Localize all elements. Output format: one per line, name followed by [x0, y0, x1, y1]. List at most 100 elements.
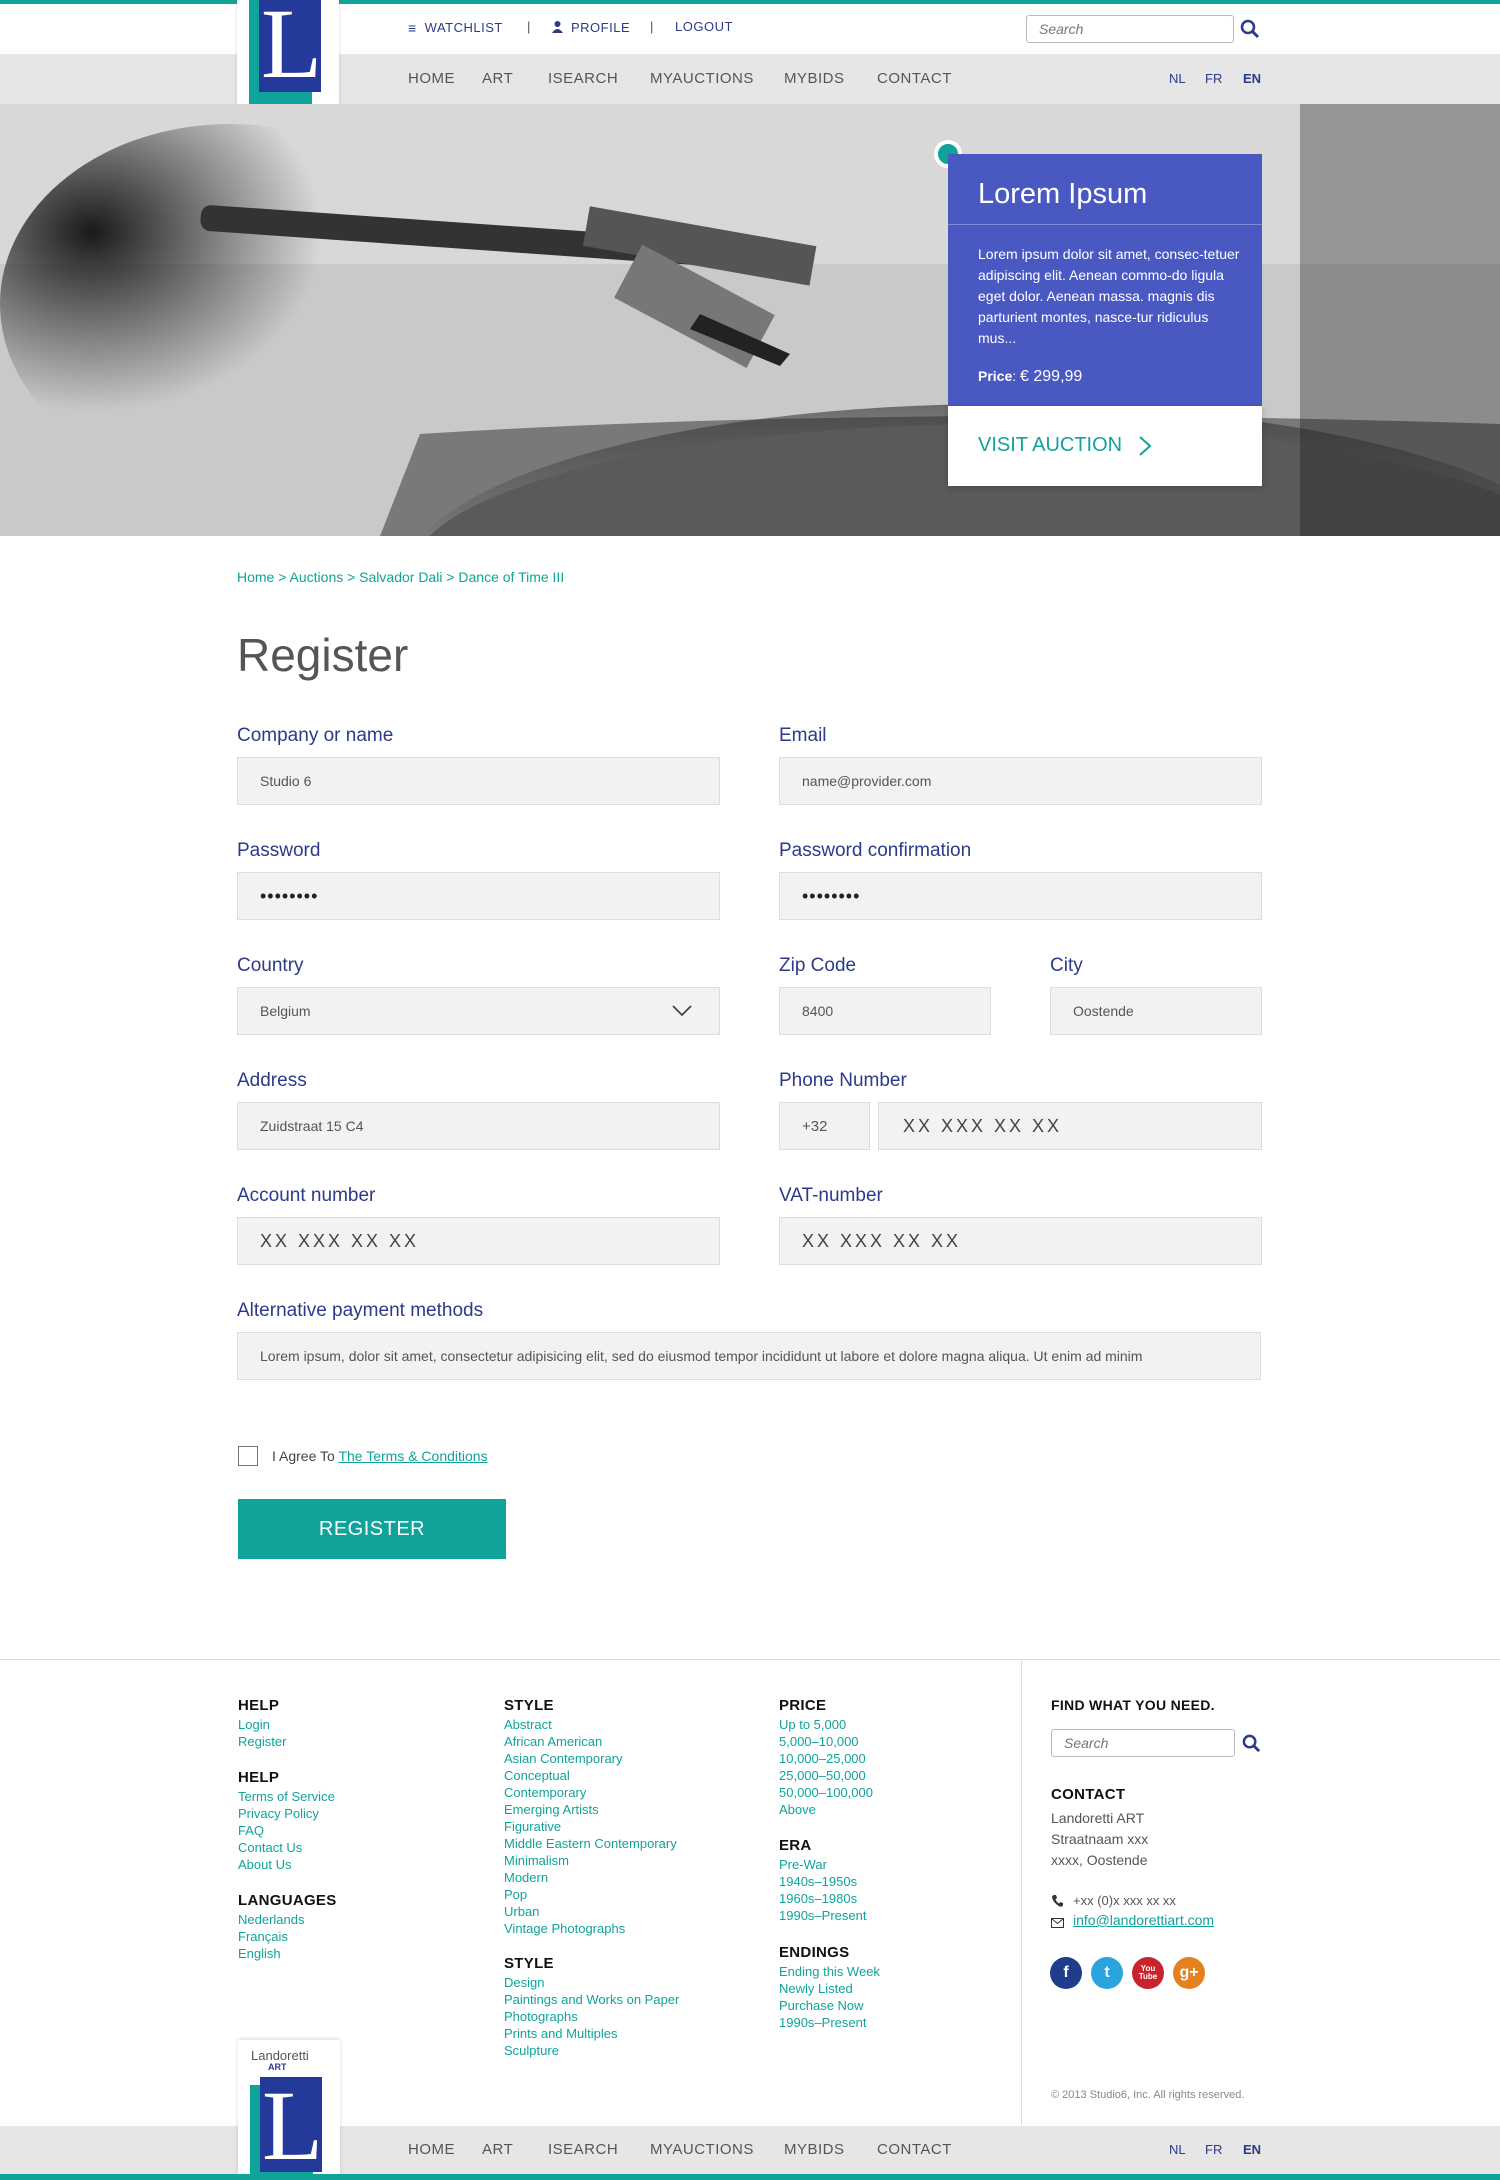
- footer-link[interactable]: Urban: [504, 1903, 539, 1920]
- contact-heading: CONTACT: [1051, 1786, 1126, 1803]
- footer-link[interactable]: Sculpture: [504, 2042, 559, 2059]
- search-icon[interactable]: [1240, 19, 1260, 44]
- zip-input[interactable]: 8400: [779, 987, 991, 1035]
- promo-title: Lorem Ipsum: [978, 178, 1148, 210]
- agree-text: I Agree To The Terms & Conditions: [272, 1448, 488, 1464]
- footer-link[interactable]: Design: [504, 1974, 544, 1991]
- footer-link[interactable]: Prints and Multiples: [504, 2025, 617, 2042]
- footer-link[interactable]: Abstract: [504, 1716, 552, 1733]
- footer-link[interactable]: English: [238, 1945, 281, 1962]
- footer-link[interactable]: 1990s–Present: [779, 2014, 866, 2031]
- footer-link[interactable]: 1940s–1950s: [779, 1873, 857, 1890]
- footer-link[interactable]: Above: [779, 1801, 816, 1818]
- twitter-icon[interactable]: t: [1091, 1957, 1123, 1989]
- footer-heading: PRICE: [779, 1697, 827, 1714]
- mail-icon: [1051, 1915, 1064, 1933]
- footer-link[interactable]: Middle Eastern Contemporary: [504, 1835, 677, 1852]
- footer-link[interactable]: Modern: [504, 1869, 548, 1886]
- footer-link[interactable]: Ending this Week: [779, 1963, 880, 1980]
- footer-link[interactable]: Minimalism: [504, 1852, 569, 1869]
- footer-vertical-divider: [1021, 1659, 1022, 2125]
- footer-link[interactable]: About Us: [238, 1856, 291, 1873]
- footer-link[interactable]: Privacy Policy: [238, 1805, 319, 1822]
- footer-link[interactable]: FAQ: [238, 1822, 264, 1839]
- footer-link[interactable]: Terms of Service: [238, 1788, 335, 1805]
- footer-link[interactable]: 5,000–10,000: [779, 1733, 859, 1750]
- footer-link[interactable]: 50,000–100,000: [779, 1784, 873, 1801]
- facebook-icon[interactable]: f: [1050, 1957, 1082, 1989]
- footer-link[interactable]: Pre-War: [779, 1856, 827, 1873]
- company-input[interactable]: Studio 6: [237, 757, 720, 805]
- footer-link[interactable]: Asian Contemporary: [504, 1750, 623, 1767]
- footer-link[interactable]: 10,000–25,000: [779, 1750, 866, 1767]
- contact-line: xxxx, Oostende: [1051, 1852, 1148, 1868]
- country-select[interactable]: Belgium: [237, 987, 720, 1035]
- footer-link[interactable]: Contemporary: [504, 1784, 586, 1801]
- footer-link[interactable]: Français: [238, 1928, 288, 1945]
- phone-prefix-input[interactable]: +32: [779, 1102, 870, 1150]
- footer-heading: STYLE: [504, 1697, 554, 1714]
- lang-nl[interactable]: NL: [1169, 71, 1186, 86]
- register-button[interactable]: REGISTER: [238, 1499, 506, 1559]
- watchlist-link[interactable]: ≡ WATCHLIST: [408, 19, 503, 36]
- footer-divider: [0, 1659, 1500, 1660]
- vat-input[interactable]: XX XXX XX XX: [779, 1217, 1262, 1265]
- visit-auction-button[interactable]: VISIT AUCTION: [948, 406, 1262, 486]
- header-search-input[interactable]: [1026, 15, 1234, 43]
- alt-payment-input[interactable]: Lorem ipsum, dolor sit amet, consectetur…: [237, 1332, 1261, 1380]
- youtube-icon[interactable]: You Tube: [1132, 1957, 1164, 1989]
- agree-checkbox[interactable]: [238, 1446, 258, 1466]
- footer-link[interactable]: Nederlands: [238, 1911, 305, 1928]
- promo-card: Lorem Ipsum Lorem ipsum dolor sit amet, …: [948, 154, 1262, 406]
- footer-link[interactable]: Purchase Now: [779, 1997, 864, 2014]
- googleplus-icon[interactable]: g+: [1173, 1957, 1205, 1989]
- lang-en[interactable]: EN: [1243, 2142, 1261, 2157]
- lang-fr[interactable]: FR: [1205, 71, 1222, 86]
- password-input[interactable]: ••••••••: [237, 872, 720, 920]
- footer-link[interactable]: Photographs: [504, 2008, 578, 2025]
- footer-link-register[interactable]: Register: [238, 1733, 286, 1750]
- footer-link[interactable]: African American: [504, 1733, 602, 1750]
- phone-input[interactable]: XX XXX XX XX: [878, 1102, 1262, 1150]
- account-input[interactable]: XX XXX XX XX: [237, 1217, 720, 1265]
- footer-heading: LANGUAGES: [238, 1892, 337, 1909]
- price-value: € 299,99: [1020, 368, 1083, 385]
- lang-fr[interactable]: FR: [1205, 2142, 1222, 2157]
- breadcrumb[interactable]: Home > Auctions > Salvador Dali > Dance …: [237, 569, 564, 585]
- footer-language-switcher: NL FR EN: [0, 2142, 1300, 2162]
- contact-email-link[interactable]: info@landorettiart.com: [1073, 1912, 1214, 1928]
- menu-icon: ≡: [408, 19, 417, 36]
- footer-link[interactable]: 1990s–Present: [779, 1907, 866, 1924]
- footer-link[interactable]: Paintings and Works on Paper: [504, 1991, 679, 2008]
- footer-link[interactable]: Figurative: [504, 1818, 561, 1835]
- profile-link[interactable]: PROFILE: [551, 19, 630, 36]
- footer-link[interactable]: Conceptual: [504, 1767, 570, 1784]
- password-confirm-label: Password confirmation: [779, 840, 972, 861]
- footer-search-input[interactable]: [1051, 1729, 1235, 1757]
- util-separator: |: [650, 19, 654, 34]
- lang-nl[interactable]: NL: [1169, 2142, 1186, 2157]
- logout-link[interactable]: LOGOUT: [675, 19, 733, 34]
- chevron-down-icon: [672, 1004, 692, 1020]
- footer-link[interactable]: 25,000–50,000: [779, 1767, 866, 1784]
- footer-link[interactable]: Contact Us: [238, 1839, 302, 1856]
- city-input[interactable]: Oostende: [1050, 987, 1262, 1035]
- footer-link-login[interactable]: Login: [238, 1716, 270, 1733]
- footer-link[interactable]: Up to 5,000: [779, 1716, 846, 1733]
- footer-heading: HELP: [238, 1769, 280, 1786]
- user-icon: [551, 20, 564, 36]
- lang-en[interactable]: EN: [1243, 71, 1261, 86]
- footer-link[interactable]: 1960s–1980s: [779, 1890, 857, 1907]
- password-confirm-input[interactable]: ••••••••: [779, 872, 1262, 920]
- find-heading: FIND WHAT YOU NEED.: [1051, 1697, 1215, 1713]
- email-input[interactable]: name@provider.com: [779, 757, 1262, 805]
- profile-label: PROFILE: [571, 20, 631, 36]
- address-input[interactable]: Zuidstraat 15 C4: [237, 1102, 720, 1150]
- search-icon[interactable]: [1242, 1734, 1261, 1758]
- footer-link[interactable]: Pop: [504, 1886, 527, 1903]
- terms-link[interactable]: The Terms & Conditions: [338, 1448, 487, 1464]
- footer-link[interactable]: Newly Listed: [779, 1980, 853, 1997]
- footer-link[interactable]: Vintage Photographs: [504, 1920, 625, 1937]
- footer-link[interactable]: Emerging Artists: [504, 1801, 599, 1818]
- phone-icon: [1052, 1894, 1063, 1912]
